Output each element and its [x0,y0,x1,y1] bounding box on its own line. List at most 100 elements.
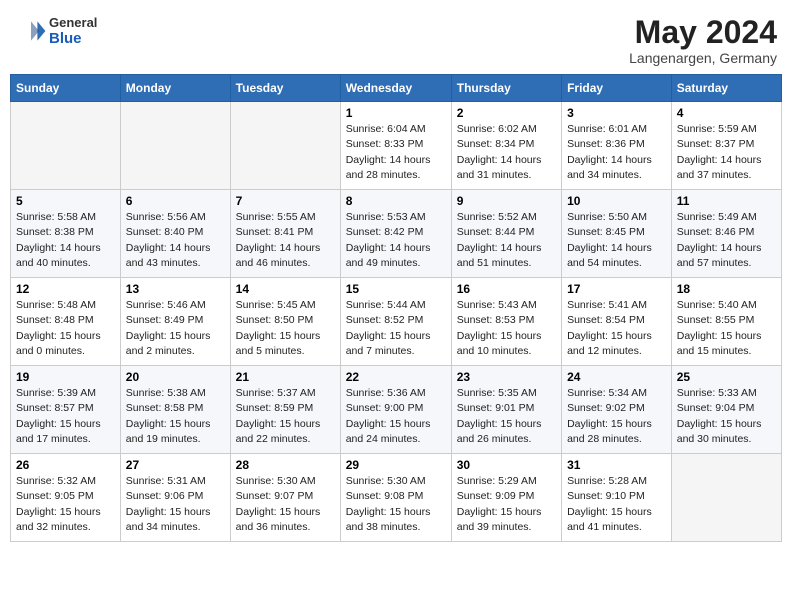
day-cell: 22 Sunrise: 5:36 AMSunset: 9:00 PMDayligh… [340,366,451,454]
day-cell: 15Sunrise: 5:44 AMSunset: 8:52 PMDayligh… [340,278,451,366]
day-info: Sunrise: 5:43 AMSunset: 8:53 PMDaylight:… [457,298,556,359]
day-info: Sunrise: 5:34 AMSunset: 9:02 PMDaylight:… [567,386,666,447]
day-info: Sunrise: 6:01 AMSunset: 8:36 PMDaylight:… [567,122,666,183]
day-cell: 2 Sunrise: 6:02 AMSunset: 8:34 PMDaylight… [451,102,561,190]
day-cell: 7Sunrise: 5:55 AMSunset: 8:41 PMDaylight… [230,190,340,278]
day-info: Sunrise: 5:37 AMSunset: 8:59 PMDaylight:… [236,386,335,447]
day-number: 8 [346,194,446,208]
day-info: Sunrise: 5:30 AMSunset: 9:07 PMDaylight:… [236,474,335,535]
day-cell: 23 Sunrise: 5:35 AMSunset: 9:01 PMDayligh… [451,366,561,454]
day-info: Sunrise: 5:31 AMSunset: 9:06 PMDaylight:… [126,474,225,535]
day-number: 13 [126,282,225,296]
day-number: 10 [567,194,666,208]
day-info: Sunrise: 5:40 AMSunset: 8:55 PMDaylight:… [677,298,776,359]
col-friday: Friday [562,75,672,102]
calendar-header: Sunday Monday Tuesday Wednesday Thursday… [11,75,782,102]
day-info: Sunrise: 5:58 AMSunset: 8:38 PMDaylight:… [16,210,115,271]
day-number: 19 [16,370,115,384]
day-cell: 4Sunrise: 5:59 AMSunset: 8:37 PMDaylight… [671,102,781,190]
day-cell: 10 Sunrise: 5:50 AMSunset: 8:45 PMDayligh… [562,190,672,278]
day-info: Sunrise: 5:39 AMSunset: 8:57 PMDaylight:… [16,386,115,447]
day-cell: 25 Sunrise: 5:33 AMSunset: 9:04 PMDayligh… [671,366,781,454]
day-cell: 9Sunrise: 5:52 AMSunset: 8:44 PMDaylight… [451,190,561,278]
logo-blue: Blue [49,30,97,47]
day-number: 16 [457,282,556,296]
week-row-2: 5Sunrise: 5:58 AMSunset: 8:38 PMDaylight… [11,190,782,278]
week-row-3: 12Sunrise: 5:48 AMSunset: 8:48 PMDayligh… [11,278,782,366]
title-block: May 2024 Langenargen, Germany [629,15,777,66]
day-cell [120,102,230,190]
calendar-table: Sunday Monday Tuesday Wednesday Thursday… [10,74,782,542]
day-number: 29 [346,458,446,472]
day-info: Sunrise: 5:38 AMSunset: 8:58 PMDaylight:… [126,386,225,447]
col-saturday: Saturday [671,75,781,102]
day-cell: 24 Sunrise: 5:34 AMSunset: 9:02 PMDayligh… [562,366,672,454]
day-info: Sunrise: 5:28 AMSunset: 9:10 PMDaylight:… [567,474,666,535]
col-thursday: Thursday [451,75,561,102]
day-cell: 1Sunrise: 6:04 AMSunset: 8:33 PMDaylight… [340,102,451,190]
day-cell: 29 Sunrise: 5:30 AMSunset: 9:08 PMDayligh… [340,454,451,542]
day-cell [11,102,121,190]
day-cell: 28 Sunrise: 5:30 AMSunset: 9:07 PMDayligh… [230,454,340,542]
day-number: 20 [126,370,225,384]
col-monday: Monday [120,75,230,102]
calendar-body: 1Sunrise: 6:04 AMSunset: 8:33 PMDaylight… [11,102,782,542]
day-cell [671,454,781,542]
day-cell: 30 Sunrise: 5:29 AMSunset: 9:09 PMDayligh… [451,454,561,542]
logo: General Blue [15,15,97,47]
day-number: 2 [457,106,556,120]
day-info: Sunrise: 5:36 AMSunset: 9:00 PMDaylight:… [346,386,446,447]
day-info: Sunrise: 5:50 AMSunset: 8:45 PMDaylight:… [567,210,666,271]
day-number: 1 [346,106,446,120]
day-info: Sunrise: 5:33 AMSunset: 9:04 PMDaylight:… [677,386,776,447]
day-number: 6 [126,194,225,208]
day-info: Sunrise: 5:49 AMSunset: 8:46 PMDaylight:… [677,210,776,271]
day-info: Sunrise: 5:56 AMSunset: 8:40 PMDaylight:… [126,210,225,271]
logo-icon [15,15,47,47]
day-number: 24 [567,370,666,384]
day-info: Sunrise: 5:29 AMSunset: 9:09 PMDaylight:… [457,474,556,535]
day-number: 25 [677,370,776,384]
day-cell: 17Sunrise: 5:41 AMSunset: 8:54 PMDayligh… [562,278,672,366]
day-cell: 27 Sunrise: 5:31 AMSunset: 9:06 PMDayligh… [120,454,230,542]
col-sunday: Sunday [11,75,121,102]
header-row: Sunday Monday Tuesday Wednesday Thursday… [11,75,782,102]
day-cell: 8 Sunrise: 5:53 AMSunset: 8:42 PMDaylight… [340,190,451,278]
day-info: Sunrise: 5:48 AMSunset: 8:48 PMDaylight:… [16,298,115,359]
day-cell: 14Sunrise: 5:45 AMSunset: 8:50 PMDayligh… [230,278,340,366]
week-row-4: 19 Sunrise: 5:39 AMSunset: 8:57 PMDayligh… [11,366,782,454]
day-number: 18 [677,282,776,296]
day-cell: 31Sunrise: 5:28 AMSunset: 9:10 PMDayligh… [562,454,672,542]
day-info: Sunrise: 5:53 AMSunset: 8:42 PMDaylight:… [346,210,446,271]
day-info: Sunrise: 5:45 AMSunset: 8:50 PMDaylight:… [236,298,335,359]
day-cell: 18 Sunrise: 5:40 AMSunset: 8:55 PMDayligh… [671,278,781,366]
day-number: 3 [567,106,666,120]
day-cell: 12Sunrise: 5:48 AMSunset: 8:48 PMDayligh… [11,278,121,366]
week-row-1: 1Sunrise: 6:04 AMSunset: 8:33 PMDaylight… [11,102,782,190]
col-tuesday: Tuesday [230,75,340,102]
day-cell: 3 Sunrise: 6:01 AMSunset: 8:36 PMDaylight… [562,102,672,190]
day-info: Sunrise: 6:02 AMSunset: 8:34 PMDaylight:… [457,122,556,183]
day-number: 30 [457,458,556,472]
day-info: Sunrise: 5:52 AMSunset: 8:44 PMDaylight:… [457,210,556,271]
day-cell: 19 Sunrise: 5:39 AMSunset: 8:57 PMDayligh… [11,366,121,454]
day-number: 27 [126,458,225,472]
day-info: Sunrise: 5:30 AMSunset: 9:08 PMDaylight:… [346,474,446,535]
day-number: 28 [236,458,335,472]
day-cell: 13 Sunrise: 5:46 AMSunset: 8:49 PMDayligh… [120,278,230,366]
day-number: 11 [677,194,776,208]
day-cell [230,102,340,190]
day-number: 15 [346,282,446,296]
day-info: Sunrise: 5:55 AMSunset: 8:41 PMDaylight:… [236,210,335,271]
day-info: Sunrise: 5:35 AMSunset: 9:01 PMDaylight:… [457,386,556,447]
day-info: Sunrise: 5:46 AMSunset: 8:49 PMDaylight:… [126,298,225,359]
week-row-5: 26Sunrise: 5:32 AMSunset: 9:05 PMDayligh… [11,454,782,542]
logo-text: General Blue [49,15,97,47]
day-info: Sunrise: 5:32 AMSunset: 9:05 PMDaylight:… [16,474,115,535]
day-cell: 16 Sunrise: 5:43 AMSunset: 8:53 PMDayligh… [451,278,561,366]
day-number: 22 [346,370,446,384]
day-number: 23 [457,370,556,384]
page-header: General Blue May 2024 Langenargen, Germa… [10,10,782,66]
day-cell: 6 Sunrise: 5:56 AMSunset: 8:40 PMDaylight… [120,190,230,278]
col-wednesday: Wednesday [340,75,451,102]
